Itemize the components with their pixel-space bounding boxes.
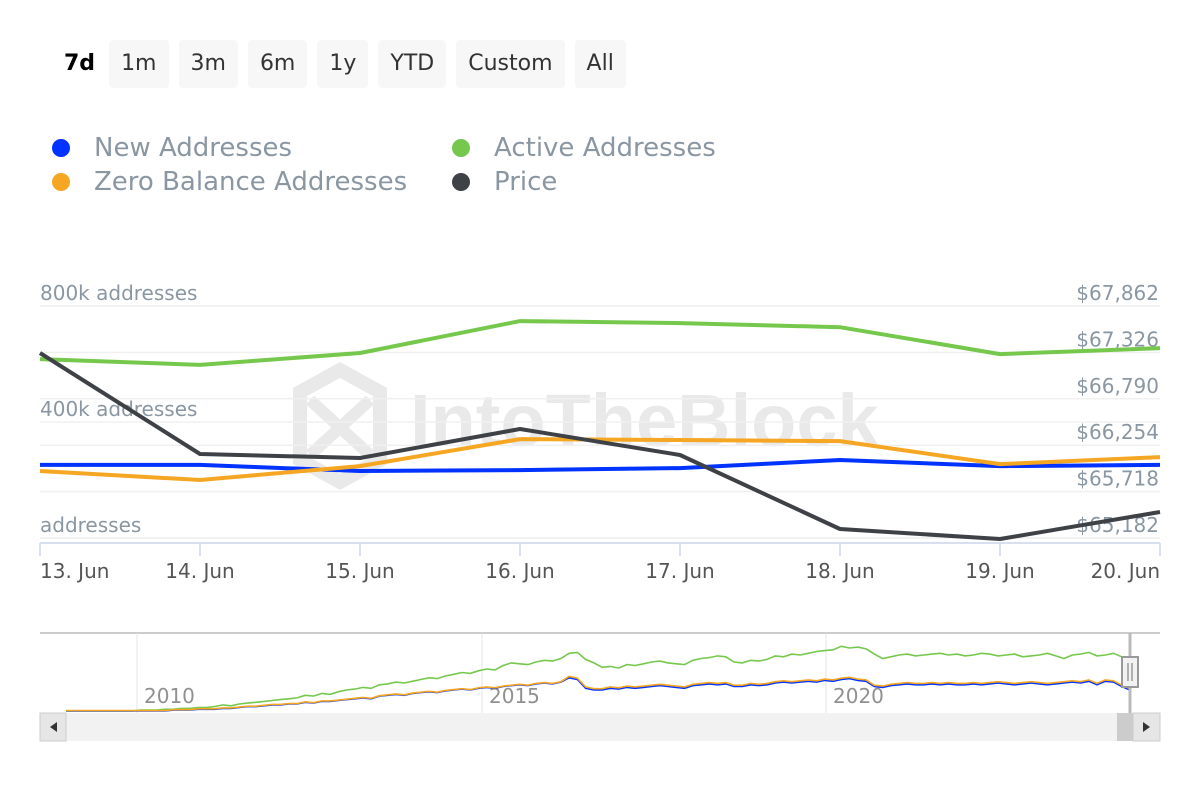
scroll-left-button[interactable] bbox=[39, 712, 67, 742]
scrollbar-track[interactable] bbox=[40, 713, 1160, 741]
scroll-right-button[interactable] bbox=[1132, 712, 1161, 742]
scrollbar-thumb[interactable] bbox=[1117, 713, 1133, 741]
series-line-active-addresses[interactable] bbox=[39, 319, 1161, 367]
navigator-tick-label: 2010 bbox=[144, 684, 195, 708]
right-axis-tick-label: $66,254 bbox=[1076, 420, 1159, 444]
navigator-series bbox=[66, 645, 1131, 712]
right-axis-tick-label: $66,790 bbox=[1076, 374, 1159, 398]
chart: IntoTheBlock addresses400k addresses800k… bbox=[38, 281, 1161, 742]
left-axis-tick-label: addresses bbox=[40, 513, 141, 537]
right-axis-tick-label: $65,718 bbox=[1076, 467, 1159, 491]
left-axis: addresses400k addresses800k addresses bbox=[40, 281, 197, 537]
grid bbox=[40, 305, 1160, 539]
x-axis-tick-label: 17. Jun bbox=[645, 559, 714, 583]
scrollbar[interactable] bbox=[39, 712, 1161, 742]
x-axis-tick-label: 15. Jun bbox=[325, 559, 394, 583]
x-axis-tick-label: 16. Jun bbox=[485, 559, 554, 583]
x-axis-tick-label: 14. Jun bbox=[165, 559, 234, 583]
navigator[interactable]: 2010 2015 2020 bbox=[39, 632, 1161, 742]
x-axis-tick-label: 19. Jun bbox=[965, 559, 1034, 583]
left-axis-tick-label: 800k addresses bbox=[40, 281, 197, 305]
navigator-line-active-addresses bbox=[66, 645, 1131, 712]
right-axis-tick-label: $67,862 bbox=[1076, 281, 1159, 305]
x-axis-tick-label: 18. Jun bbox=[805, 559, 874, 583]
x-axis-tick-label: 13. Jun bbox=[40, 559, 109, 583]
x-axis: 13. Jun 14. Jun 15. Jun 16. Jun 17. Jun 18. J… bbox=[39, 542, 1161, 583]
navigator-tick-label: 2020 bbox=[833, 684, 884, 708]
x-axis-tick-label: 20. Jun bbox=[1091, 559, 1160, 583]
navigator-handle[interactable] bbox=[1121, 656, 1139, 688]
right-axis: $65,182$65,718$66,254$66,790$67,326$67,8… bbox=[1076, 281, 1159, 537]
watermark: IntoTheBlock bbox=[293, 362, 880, 490]
